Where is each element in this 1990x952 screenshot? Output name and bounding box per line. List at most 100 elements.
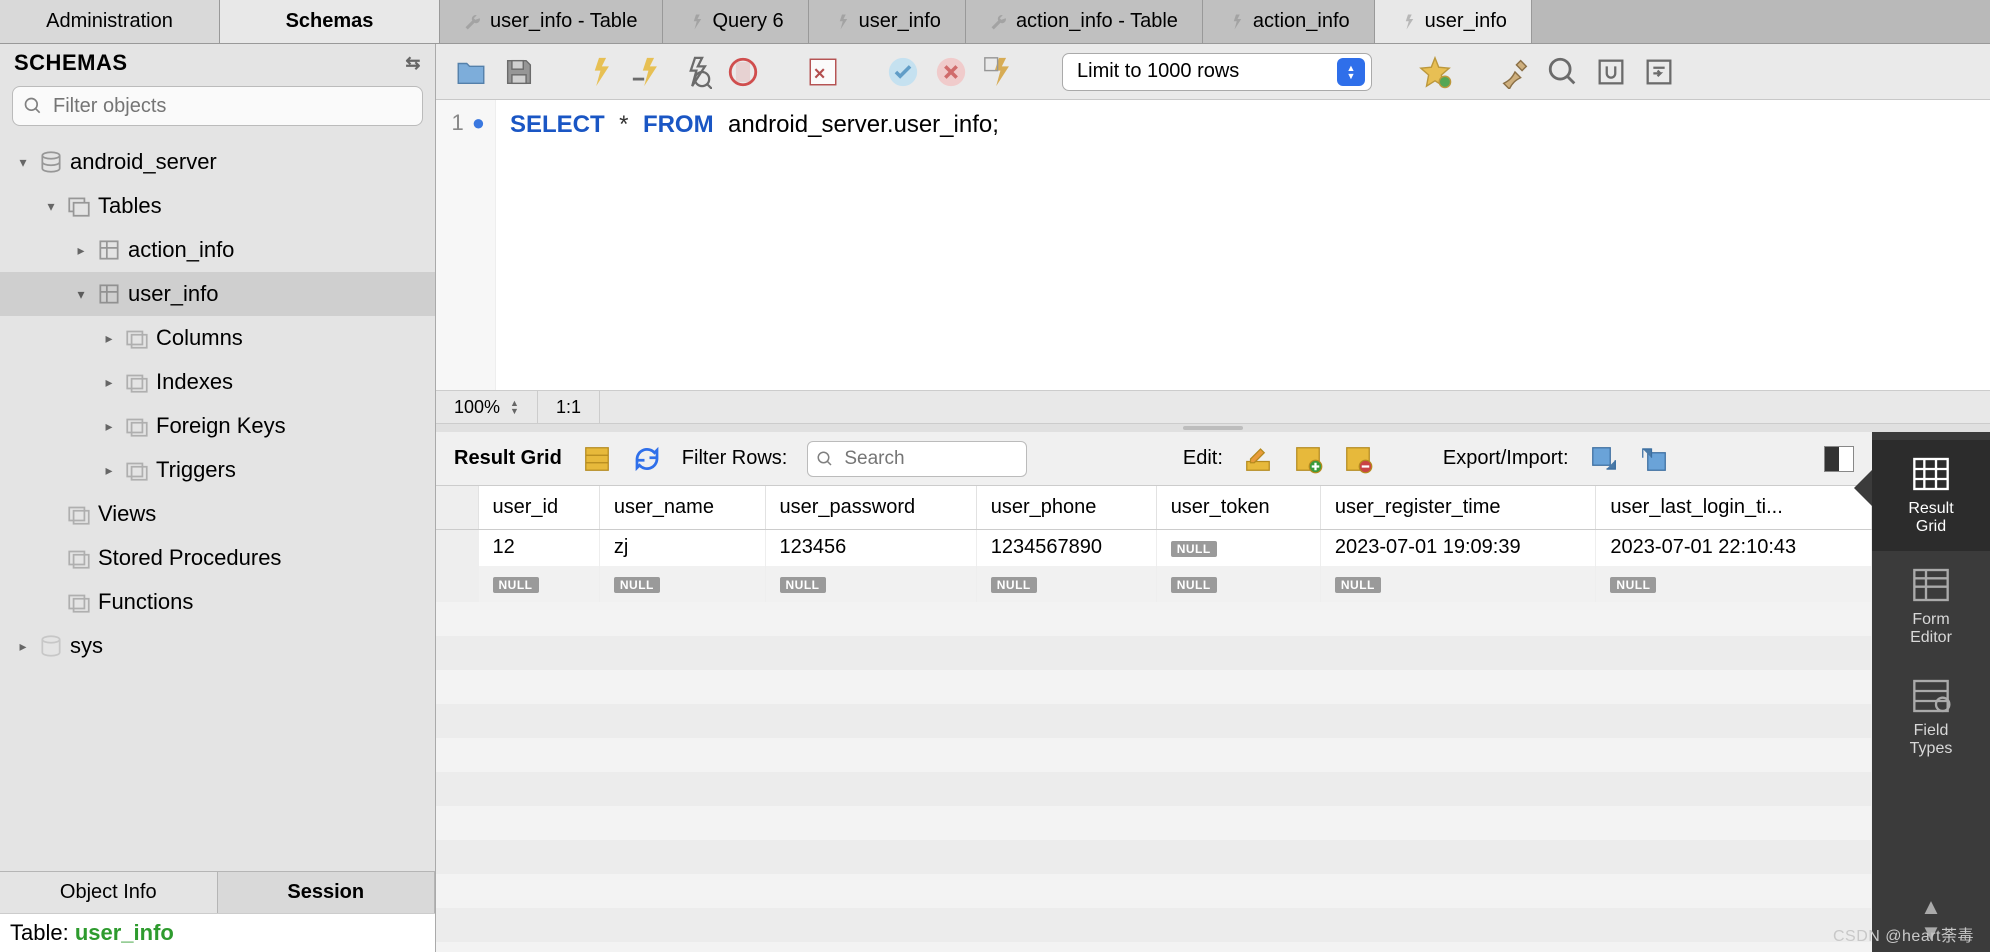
save-icon[interactable] [502,55,536,89]
tree-db-label: sys [70,633,103,659]
table-cell[interactable]: NULL [976,566,1156,602]
editor-tab[interactable]: user_info [809,0,966,43]
find-icon[interactable] [1546,55,1580,89]
editor-tab[interactable]: Query 6 [663,0,809,43]
table-cell[interactable]: 1234567890 [976,530,1156,566]
tree-table-action-info[interactable]: ▸ action_info [0,228,435,272]
column-header[interactable]: user_phone [976,486,1156,530]
status-line: Table: user_info [0,913,435,952]
tree-db-label: android_server [70,149,217,175]
tree-tables[interactable]: ▾ Tables [0,184,435,228]
database-icon [38,633,64,659]
execute-current-icon[interactable] [630,55,664,89]
folder-icon [66,501,92,527]
column-header[interactable]: user_register_time [1320,486,1596,530]
table-cell[interactable]: NULL [599,566,765,602]
result-side-panel: Result Grid Form Editor Field Types ▲▼ [1872,432,1990,952]
folder-icon [66,545,92,571]
panel-result-grid[interactable]: Result Grid [1872,440,1990,551]
tree-table-user-info[interactable]: ▾ user_info [0,272,435,316]
table-row[interactable]: 12zj1234561234567890NULL2023-07-01 19:09… [436,530,1872,566]
editor-tab[interactable]: user_info - Table [440,0,663,43]
folder-icon [124,369,150,395]
table-cell[interactable]: 2023-07-01 22:10:43 [1596,530,1872,566]
table-cell[interactable]: NULL [1156,566,1320,602]
commit-icon[interactable] [886,55,920,89]
editor-tab[interactable]: action_info [1203,0,1375,43]
grid-view-icon[interactable] [582,444,612,474]
tree-table-label: action_info [128,237,234,263]
execute-icon[interactable] [582,55,616,89]
wrap-icon[interactable] [1642,55,1676,89]
autocommit-icon[interactable] [982,55,1016,89]
favorite-icon[interactable] [1418,55,1452,89]
tab-object-info[interactable]: Object Info [0,872,218,913]
zoom-level[interactable]: 100%▲▼ [436,391,538,423]
tree-node[interactable]: ▸Indexes [0,360,435,404]
column-header[interactable]: user_token [1156,486,1320,530]
result-toolbar: Result Grid Filter Rows: Edit: Export/Im… [436,432,1872,486]
tab-session[interactable]: Session [218,872,436,913]
import-icon[interactable] [1639,444,1669,474]
table-cell[interactable]: 123456 [765,530,976,566]
tree-tables-label: Tables [98,193,162,219]
table-cell[interactable]: NULL [1156,530,1320,566]
tree-db-android-server[interactable]: ▾ android_server [0,140,435,184]
filter-objects-input[interactable] [12,86,423,126]
column-header[interactable]: user_name [599,486,765,530]
svg-text:✕: ✕ [813,66,826,83]
column-header[interactable]: user_id [478,486,599,530]
table-row[interactable]: NULLNULLNULLNULLNULLNULLNULL [436,566,1872,602]
chevron-updown-icon: ▲▼ [1337,58,1365,86]
table-cell[interactable]: NULL [1320,566,1596,602]
table-cell[interactable]: NULL [1596,566,1872,602]
tree-node[interactable]: Stored Procedures [0,536,435,580]
tree-db-sys[interactable]: ▸ sys [0,624,435,668]
table-cell[interactable]: NULL [765,566,976,602]
tree-table-label: user_info [128,281,219,307]
tree-node[interactable]: ▸Triggers [0,448,435,492]
cursor-pos: 1:1 [538,391,600,423]
refresh-icon[interactable]: ⇆ [405,53,421,74]
open-file-icon[interactable] [454,55,488,89]
stop-icon[interactable] [726,55,760,89]
tab-schemas[interactable]: Schemas [220,0,440,43]
table-cell[interactable]: NULL [478,566,599,602]
explain-icon[interactable] [678,55,712,89]
refresh-icon[interactable] [632,444,662,474]
tables-icon [66,193,92,219]
panel-form-editor[interactable]: Form Editor [1872,551,1990,662]
export-icon[interactable] [1589,444,1619,474]
rollback-icon[interactable] [934,55,968,89]
schemas-title: SCHEMAS [14,50,128,76]
column-header[interactable]: user_password [765,486,976,530]
schema-tree[interactable]: ▾ android_server ▾ Tables ▸ action_info … [0,136,435,871]
wrap-cell-toggle[interactable] [1824,444,1854,474]
folder-icon [124,325,150,351]
editor-tab[interactable]: user_info [1375,0,1532,43]
edit-row-icon[interactable] [1243,444,1273,474]
filter-rows-input[interactable] [807,441,1027,477]
folder-icon [124,457,150,483]
tab-administration[interactable]: Administration [0,0,220,43]
panel-field-types[interactable]: Field Types [1872,662,1990,773]
panel-scroll-icon[interactable]: ▲▼ [1920,894,1942,952]
table-cell[interactable]: zj [599,530,765,566]
column-header[interactable]: user_last_login_ti... [1596,486,1872,530]
tree-node[interactable]: Views [0,492,435,536]
result-grid[interactable]: user_iduser_nameuser_passworduser_phoneu… [436,486,1872,952]
tree-node[interactable]: ▸Foreign Keys [0,404,435,448]
no-limit-icon[interactable]: ✕ [806,55,840,89]
table-cell[interactable]: 2023-07-01 19:09:39 [1320,530,1596,566]
table-cell[interactable]: 12 [478,530,599,566]
invisible-chars-icon[interactable] [1594,55,1628,89]
beautify-icon[interactable] [1498,55,1532,89]
splitter-horizontal[interactable] [436,424,1990,432]
delete-row-icon[interactable] [1343,444,1373,474]
sql-editor[interactable]: 1● SELECT * FROM android_server.user_inf… [436,100,1990,390]
editor-tab[interactable]: action_info - Table [966,0,1203,43]
tree-node[interactable]: ▸Columns [0,316,435,360]
tree-node[interactable]: Functions [0,580,435,624]
add-row-icon[interactable] [1293,444,1323,474]
row-limit-select[interactable]: Limit to 1000 rows ▲▼ [1062,53,1372,91]
